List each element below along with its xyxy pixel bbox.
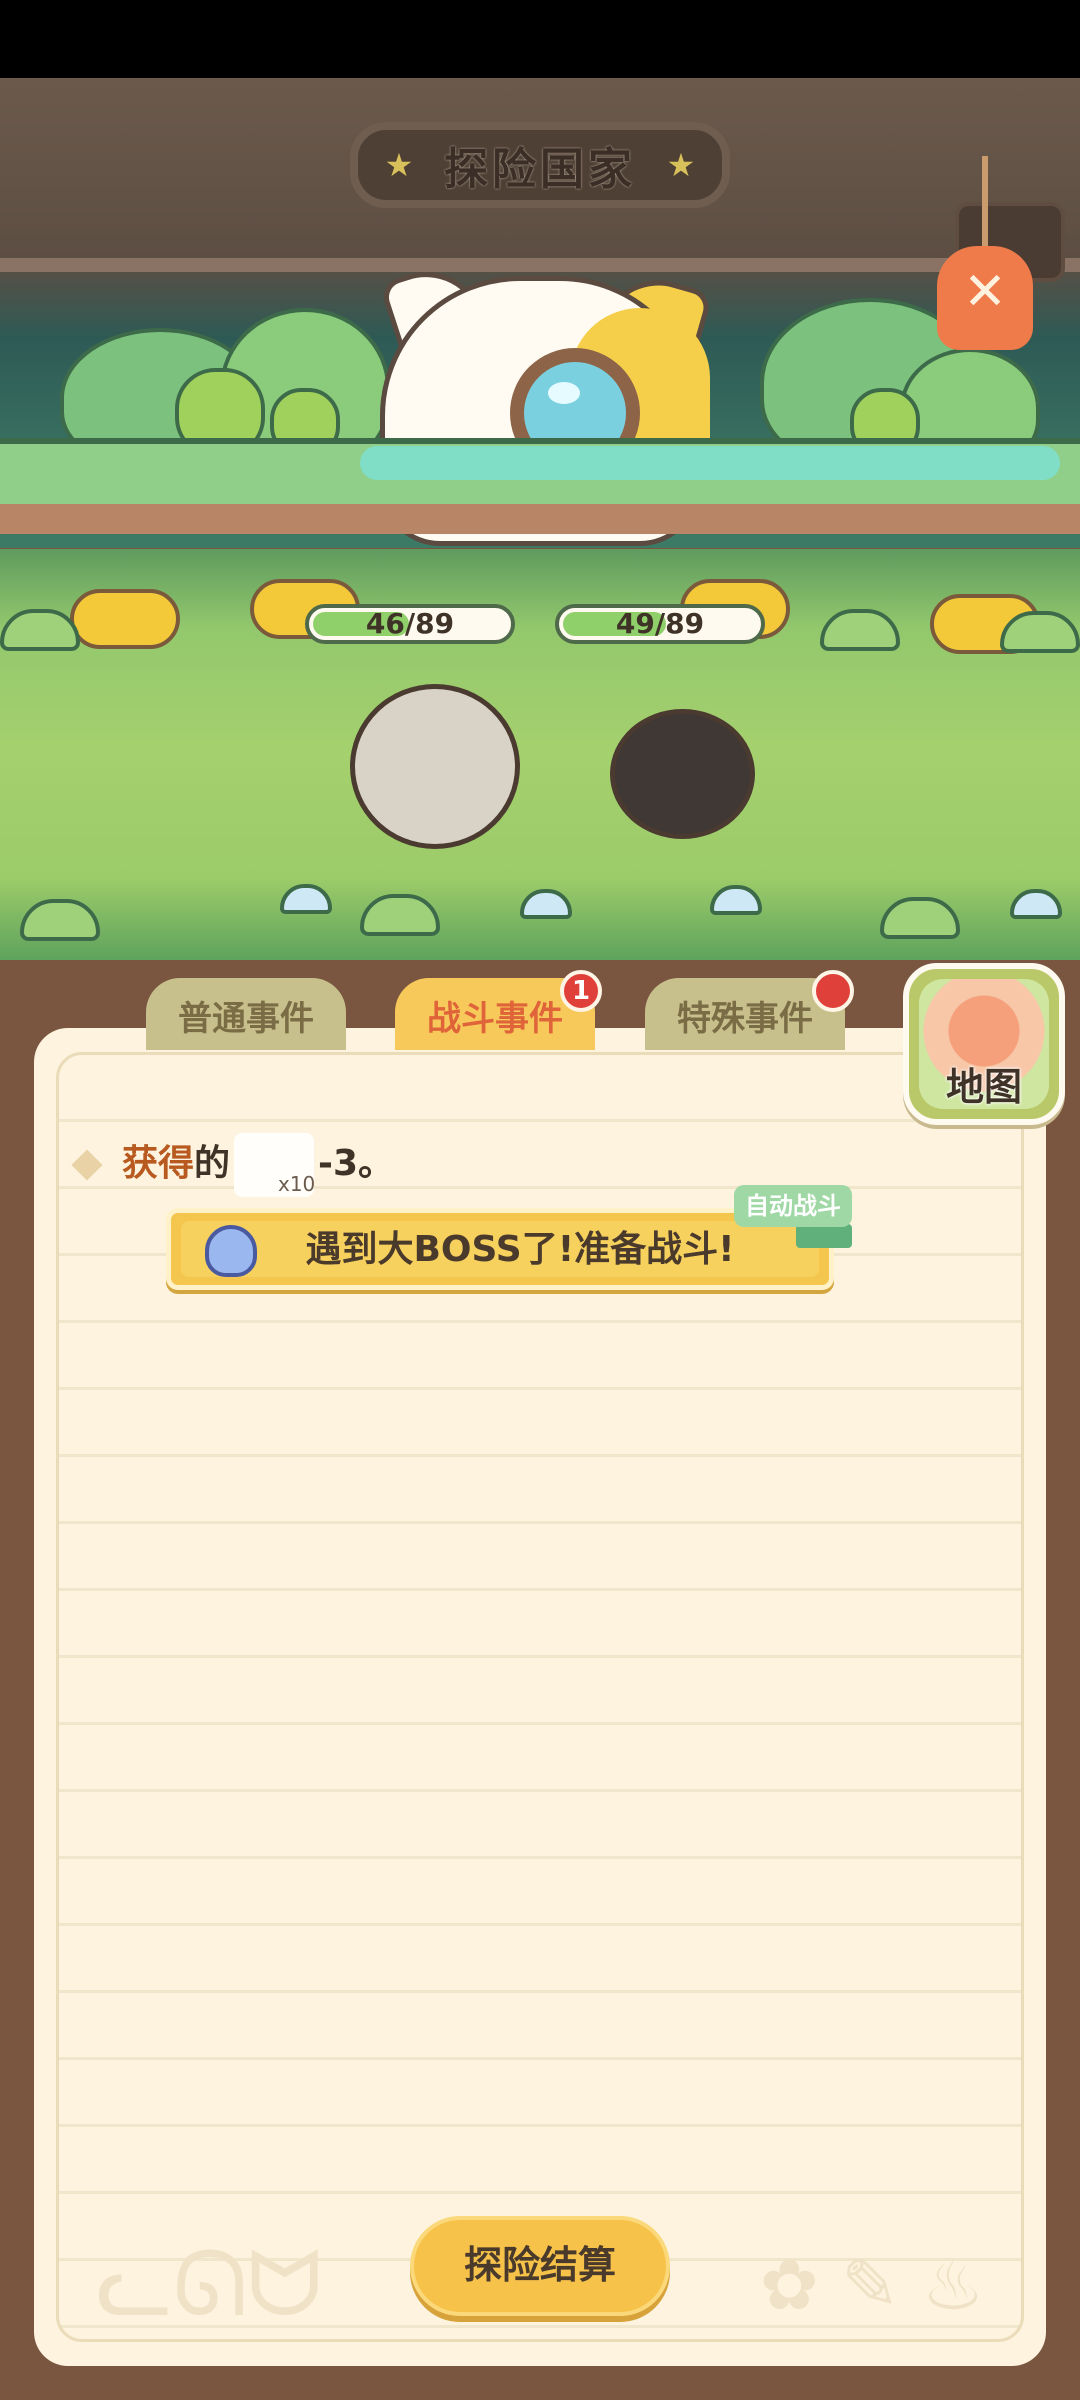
ally-cat <box>350 684 520 849</box>
small-bush <box>360 894 440 936</box>
small-bush <box>20 899 100 941</box>
battle-field: 46/89 49/89 <box>0 549 1080 960</box>
yellow-tree <box>70 589 180 649</box>
mushroom <box>1010 889 1062 919</box>
item-quantity: x10 <box>278 1172 316 1196</box>
tab-normal-events[interactable]: 普通事件 <box>146 978 346 1050</box>
log-highlight: 获得 <box>122 1143 195 1184</box>
mushroom <box>280 884 332 914</box>
small-bush <box>1000 611 1080 653</box>
small-bush <box>880 897 960 939</box>
log-entry: 获得的 -3。 <box>71 1133 394 1197</box>
close-button[interactable]: ✕ <box>935 156 1035 356</box>
log-particle: 的 <box>194 1143 231 1184</box>
small-bush <box>0 609 80 651</box>
cat-doodle-icon: ᓚᘏᗢ <box>96 2232 323 2337</box>
log-entry-text: 获得的 -3。 <box>122 1133 394 1197</box>
star-icon: ★ <box>384 146 414 184</box>
shelf <box>0 258 1080 272</box>
settle-button[interactable]: 探险结算 <box>410 2216 670 2316</box>
rope <box>982 156 988 256</box>
ribbon-icon <box>796 1224 852 1248</box>
enemy-hp-text: 49/89 <box>615 607 705 640</box>
close-icon: ✕ <box>963 262 1007 322</box>
status-bar <box>0 0 1080 78</box>
map-button[interactable]: 地图 <box>903 963 1065 1125</box>
auto-battle-tag[interactable]: 自动战斗 <box>734 1185 852 1227</box>
expedition-scene: ★ 探险国家 ★ ✕ <box>0 78 1080 548</box>
food-doodle-icon: ✿ ✎ ♨ <box>760 2244 985 2326</box>
page-title: 探险国家 <box>444 144 636 195</box>
mushroom <box>520 889 572 919</box>
enemy-cat <box>610 709 755 839</box>
battle-events-badge: 1 <box>560 970 602 1012</box>
map-button-label: 地图 <box>945 1065 1022 1109</box>
special-events-dot <box>812 970 854 1012</box>
bullet-icon <box>71 1149 103 1181</box>
small-bush <box>820 609 900 651</box>
star-icon: ★ <box>666 146 696 184</box>
mushroom <box>710 885 762 915</box>
title-plate: ★ 探险国家 ★ <box>350 122 730 208</box>
log-suffix: -3。 <box>318 1143 395 1184</box>
enemy-hp-bar: 49/89 <box>555 604 765 644</box>
boss-banner-text: 遇到大BOSS了!准备战斗! <box>305 1229 735 1270</box>
water <box>360 446 1060 480</box>
ally-hp-bar: 46/89 <box>305 604 515 644</box>
ally-hp-text: 46/89 <box>365 607 455 640</box>
